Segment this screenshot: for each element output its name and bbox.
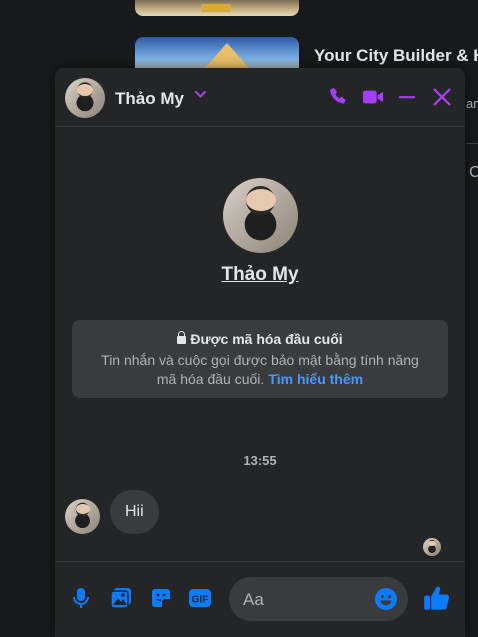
message-input[interactable] bbox=[241, 577, 375, 623]
message-composer[interactable] bbox=[229, 577, 408, 623]
chat-window: Thảo My Thảo My Được mã hóa đầu cuối Tin… bbox=[55, 68, 465, 637]
svg-text:GIF: GIF bbox=[192, 595, 209, 606]
sticker-icon[interactable] bbox=[149, 586, 173, 610]
message-bubble[interactable]: Hii bbox=[110, 490, 159, 534]
feed-divider bbox=[466, 143, 478, 144]
profile-name-link[interactable]: Thảo My bbox=[55, 264, 465, 286]
phone-icon[interactable] bbox=[327, 86, 349, 108]
sender-avatar[interactable] bbox=[65, 499, 100, 534]
like-icon[interactable] bbox=[423, 584, 451, 612]
video-camera-icon[interactable] bbox=[362, 86, 384, 108]
feed-subtitle: am bbox=[466, 96, 478, 111]
close-icon[interactable] bbox=[431, 86, 453, 108]
seen-receipt-avatar bbox=[423, 538, 441, 556]
gif-icon[interactable]: GIF bbox=[188, 586, 212, 610]
encryption-body-text: Tin nhắn và cuộc gọi được bảo mật bằng t… bbox=[101, 352, 419, 387]
encryption-title-text: Được mã hóa đầu cuối bbox=[190, 331, 343, 347]
feed-image-top[interactable] bbox=[135, 0, 299, 16]
lock-icon bbox=[177, 331, 187, 344]
photo-icon[interactable] bbox=[109, 586, 133, 610]
profile-avatar[interactable] bbox=[223, 178, 298, 253]
microphone-icon[interactable] bbox=[69, 586, 93, 610]
feed-fragment-text: C bbox=[469, 164, 478, 181]
emoji-icon[interactable] bbox=[374, 587, 398, 611]
message-timestamp: 13:55 bbox=[243, 453, 277, 468]
contact-name[interactable]: Thảo My bbox=[115, 89, 184, 109]
encryption-notice: Được mã hóa đầu cuối Tin nhắn và cuộc gọ… bbox=[72, 320, 448, 398]
footer-divider bbox=[55, 561, 465, 562]
chat-header: Thảo My bbox=[55, 68, 465, 127]
contact-avatar[interactable] bbox=[65, 78, 105, 118]
encryption-title: Được mã hóa đầu cuối bbox=[72, 331, 448, 347]
learn-more-link[interactable]: Tìm hiểu thêm bbox=[268, 371, 363, 387]
feed-title[interactable]: Your City Builder & H bbox=[314, 46, 478, 66]
chevron-down-icon[interactable] bbox=[194, 88, 207, 104]
encryption-body: Tin nhắn và cuộc gọi được bảo mật bằng t… bbox=[90, 351, 430, 389]
minimize-icon[interactable] bbox=[396, 86, 418, 108]
